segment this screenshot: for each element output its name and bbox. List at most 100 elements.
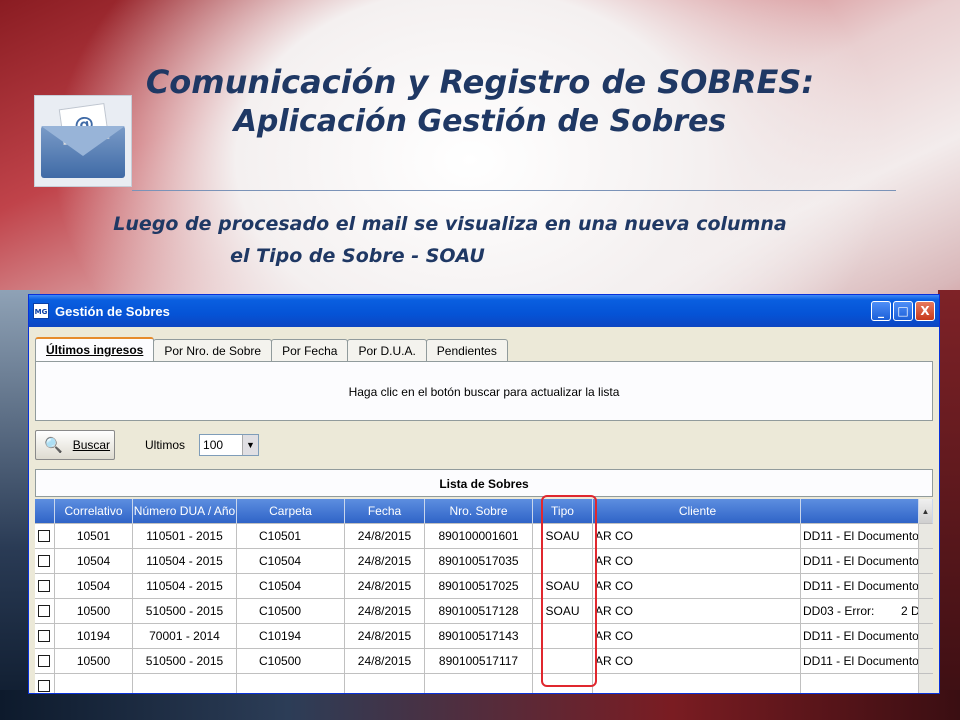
buscar-button[interactable]: 🔍 Buscar [35,430,115,460]
cell-dua: 70001 - 2014 [133,624,237,649]
scroll-up-icon[interactable]: ▲ [919,499,933,524]
table-row[interactable]: 10500 510500 - 2015 C10500 24/8/2015 890… [35,649,933,674]
scrollbar-track[interactable] [919,624,933,649]
ultimos-select[interactable]: 100 ▼ [199,434,260,456]
ultimos-label: Ultimos [145,438,186,452]
scrollbar-track[interactable] [919,674,933,693]
header-carpeta[interactable]: Carpeta [237,499,345,524]
cell-extra: DD03 - Error: 2 D [801,599,919,624]
background-shade-right [938,290,960,720]
cell-carpeta: C10501 [237,524,345,549]
cell-extra: DD11 - El Documento c [801,574,919,599]
table-row[interactable]: 10504 110504 - 2015 C10504 24/8/2015 890… [35,574,933,599]
header-cliente[interactable]: Cliente [593,499,801,524]
cell-carpeta: C10504 [237,574,345,599]
mail-envelope-icon: @ [34,95,132,187]
slide-subtitle: Luego de procesado el mail se visualiza … [0,208,960,272]
cell-dua: 510500 - 2015 [133,599,237,624]
row-checkbox-cell [35,549,55,574]
row-checkbox[interactable] [38,630,50,642]
cell-extra: DD11 - El Documento c [801,524,919,549]
cell-cliente: AR CO [593,549,801,574]
window-title: Gestión de Sobres [55,303,170,319]
cell-carpeta: C10194 [237,624,345,649]
ultimos-value: 100 [203,438,224,452]
tab-por-dua[interactable]: Por D.U.A. [347,339,427,361]
row-checkbox[interactable] [38,680,50,692]
cell-extra [801,674,919,693]
table-row[interactable]: 10501 110501 - 2015 C10501 24/8/2015 890… [35,524,933,549]
cell-correlativo: 10194 [55,624,133,649]
cell-nro-sobre: 890100001601 [425,524,533,549]
scrollbar-track[interactable] [919,599,933,624]
chevron-down-icon[interactable]: ▼ [242,435,259,455]
row-checkbox-cell [35,624,55,649]
cell-carpeta [237,674,345,693]
envelope-flap [41,126,125,156]
table-row[interactable]: 10504 110504 - 2015 C10504 24/8/2015 890… [35,549,933,574]
row-checkbox-cell [35,599,55,624]
header-correlativo[interactable]: Correlativo [55,499,133,524]
close-button[interactable]: X [915,301,935,321]
cell-fecha: 24/8/2015 [345,649,425,674]
tab-ultimos-ingresos[interactable]: Últimos ingresos [35,337,155,361]
cell-nro-sobre: 890100517143 [425,624,533,649]
window-controls: _ □ X [871,301,935,321]
cell-correlativo: 10500 [55,599,133,624]
maximize-button[interactable]: □ [893,301,913,321]
header-fecha[interactable]: Fecha [345,499,425,524]
row-checkbox[interactable] [38,555,50,567]
cell-cliente: AR CO [593,574,801,599]
row-checkbox[interactable] [38,605,50,617]
cell-fecha: 24/8/2015 [345,599,425,624]
buscar-label: Buscar [72,438,111,452]
header-extra[interactable] [801,499,919,524]
table-row[interactable]: 10500 510500 - 2015 C10500 24/8/2015 890… [35,599,933,624]
cell-cliente: AR CO [593,599,801,624]
cell-nro-sobre [425,674,533,693]
gestion-sobres-window: MG Gestión de Sobres _ □ X Últimos ingre… [28,294,940,694]
row-checkbox[interactable] [38,530,50,542]
slide-title-line2: Aplicación Gestión de Sobres [233,104,727,139]
cell-correlativo: 10504 [55,574,133,599]
row-checkbox-cell [35,649,55,674]
cell-correlativo: 10501 [55,524,133,549]
cell-dua: 110504 - 2015 [133,574,237,599]
minimize-button[interactable]: _ [871,301,891,321]
scrollbar-track[interactable] [919,524,933,549]
cell-cliente: AR CO [593,649,801,674]
header-numero-dua[interactable]: Número DUA / Año [133,499,237,524]
scrollbar-track[interactable] [919,649,933,674]
table-row[interactable]: 10194 70001 - 2014 C10194 24/8/2015 8901… [35,624,933,649]
cell-dua [133,674,237,693]
scrollbar-track[interactable] [919,549,933,574]
row-checkbox[interactable] [38,655,50,667]
sobres-grid: Correlativo Número DUA / Año Carpeta Fec… [35,499,933,693]
cell-fecha: 24/8/2015 [345,549,425,574]
cell-fecha [345,674,425,693]
scrollbar-track[interactable] [919,574,933,599]
tab-bar: Últimos ingresos Por Nro. de Sobre Por F… [35,337,508,361]
cell-carpeta: C10504 [237,549,345,574]
cell-extra: DD11 - El Documento c [801,549,919,574]
header-nro-sobre[interactable]: Nro. Sobre [425,499,533,524]
tab-pendientes[interactable]: Pendientes [425,339,508,361]
grid-header-row: Correlativo Número DUA / Año Carpeta Fec… [35,499,933,524]
cell-cliente: AR CO [593,624,801,649]
tab-por-nro-sobre[interactable]: Por Nro. de Sobre [153,339,273,361]
row-checkbox[interactable] [38,580,50,592]
table-row-partial[interactable] [35,674,933,693]
slide-title: Comunicación y Registro de SOBRES: Aplic… [0,62,960,142]
window-titlebar[interactable]: MG Gestión de Sobres _ □ X [29,295,939,327]
row-checkbox-cell [35,524,55,549]
cell-nro-sobre: 890100517128 [425,599,533,624]
cell-nro-sobre: 890100517035 [425,549,533,574]
cell-correlativo [55,674,133,693]
info-message: Haga clic en el botón buscar para actual… [35,361,933,421]
cell-carpeta: C10500 [237,649,345,674]
cell-extra: DD11 - El Documento c [801,624,919,649]
tab-por-fecha[interactable]: Por Fecha [271,339,349,361]
slide-title-line1: Comunicación y Registro de SOBRES: [145,63,815,101]
cell-nro-sobre: 890100517117 [425,649,533,674]
background-shade-bottom [0,690,960,720]
